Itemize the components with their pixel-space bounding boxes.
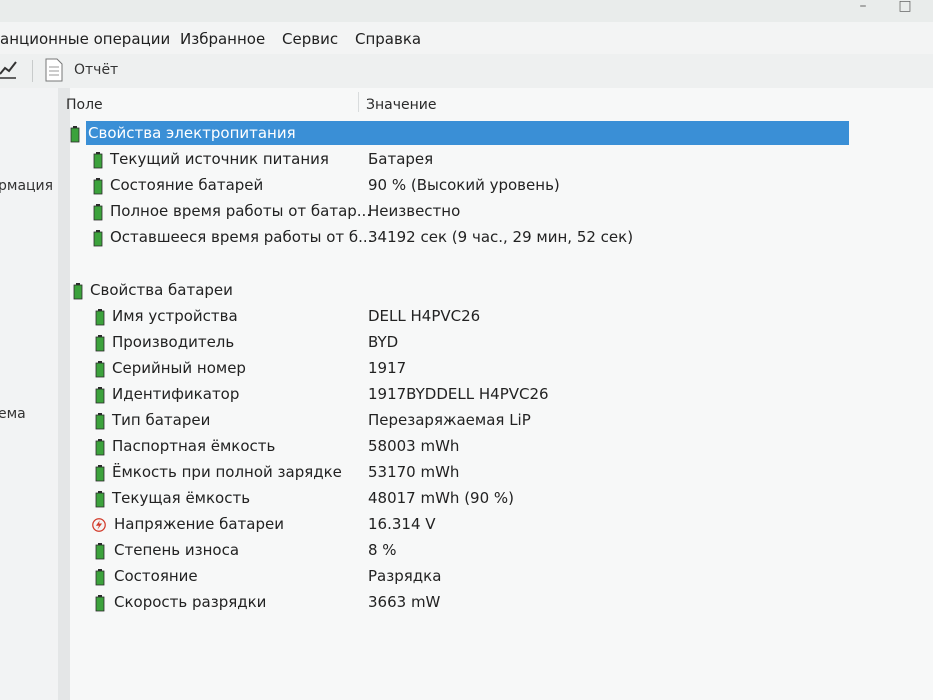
tree-item-system[interactable]: ема [0,406,26,422]
field-value: DELL H4PVC26 [368,307,481,325]
field-value: 34192 сек (9 час., 29 мин, 52 сек) [368,228,634,246]
field-value: BYD [368,333,399,351]
field-label: Производитель [112,333,235,351]
field-value: 1917 [368,359,407,377]
battery-icon [95,387,105,404]
minimize-icon[interactable]: – [853,0,873,14]
tree-item-information[interactable]: рмация [0,178,53,194]
group-row-battery-properties[interactable]: Свойства батареи [70,278,870,302]
field-label: Имя устройства [112,307,238,325]
battery-icon [95,491,105,508]
column-field-header[interactable]: Поле [66,97,103,113]
battery-icon [95,595,105,612]
column-header: Поле Значение [66,88,933,116]
maximize-icon[interactable]: □ [895,0,915,14]
battery-icon [95,361,105,378]
battery-icon [95,309,105,326]
group-title: Свойства электропитания [88,124,296,142]
battery-icon [93,230,103,247]
list-row[interactable]: Серийный номер 1917 [70,356,870,380]
field-value: 8 % [368,541,397,559]
report-button-label[interactable]: Отчёт [74,62,118,78]
field-value: 48017 mWh (90 %) [368,489,515,507]
menu-operations[interactable]: анционные операции [0,30,170,48]
field-label: Серийный номер [112,359,246,377]
battery-icon [95,413,105,430]
field-label: Состояние батарей [110,176,264,194]
menu-service[interactable]: Сервис [282,30,338,48]
list-row[interactable]: Степень износа 8 % [70,538,870,562]
list-row[interactable]: Ёмкость при полной зарядке 53170 mWh [70,460,870,484]
toolbar-separator [32,60,33,82]
voltage-icon [92,518,106,532]
field-value: Батарея [368,150,434,168]
field-value: Неизвестно [368,202,461,220]
group-row-power-properties[interactable]: Свойства электропитания [70,121,870,145]
details-list: Поле Значение Свойства электропитания Те… [66,88,933,700]
list-row[interactable]: Состояние Разрядка [70,564,870,588]
field-value: Разрядка [368,567,442,585]
field-label: Полное время работы от батар... [110,202,372,220]
menubar: анционные операции Избранное Сервис Спра… [0,22,933,54]
battery-icon [95,543,105,560]
chart-icon[interactable] [0,58,18,80]
field-value: 58003 mWh [368,437,460,455]
battery-icon [93,152,103,169]
group-title: Свойства батареи [90,281,233,299]
field-label: Оставшееся время работы от б... [110,228,373,246]
battery-icon [93,204,103,221]
list-row[interactable]: Полное время работы от батар... Неизвест… [70,199,870,223]
list-row[interactable]: Состояние батарей 90 % (Высокий уровень) [70,173,870,197]
menu-favorites[interactable]: Избранное [180,30,265,48]
field-label: Идентификатор [112,385,240,403]
window-controls: – □ [813,0,933,18]
left-tree-pane[interactable]: рмация ема [0,88,59,700]
field-label: Напряжение батареи [114,515,284,533]
list-row[interactable]: Паспортная ёмкость 58003 mWh [70,434,870,458]
field-label: Тип батареи [112,411,211,429]
list-row[interactable]: Напряжение батареи 16.314 V [70,512,870,536]
menu-help[interactable]: Справка [355,30,421,48]
list-row[interactable]: Текущий источник питания Батарея [70,147,870,171]
battery-icon [95,335,105,352]
battery-icon [95,465,105,482]
battery-icon [70,126,80,143]
list-row[interactable]: Производитель BYD [70,330,870,354]
battery-icon [73,283,83,300]
field-value: 3663 mW [368,593,441,611]
field-label: Скорость разрядки [114,593,267,611]
list-row[interactable]: Имя устройства DELL H4PVC26 [70,304,870,328]
field-value: 90 % (Высокий уровень) [368,176,560,194]
battery-icon [93,178,103,195]
toolbar: Отчёт [0,54,933,88]
column-value-header[interactable]: Значение [366,97,436,113]
battery-icon [95,439,105,456]
list-row[interactable]: Идентификатор 1917BYDDELL H4PVC26 [70,382,870,406]
field-label: Паспортная ёмкость [112,437,276,455]
list-row[interactable]: Скорость разрядки 3663 mW [70,590,870,614]
field-label: Степень износа [114,541,240,559]
list-row[interactable]: Тип батареи Перезаряжаемая LiP [70,408,870,432]
report-icon[interactable] [44,58,64,82]
column-divider[interactable] [358,92,359,112]
field-value: 16.314 V [368,515,436,533]
field-label: Состояние [114,567,198,585]
field-label: Текущий источник питания [110,150,329,168]
field-value: 1917BYDDELL H4PVC26 [368,385,549,403]
field-label: Текущая ёмкость [112,489,251,507]
battery-icon [95,569,105,586]
field-value: Перезаряжаемая LiP [368,411,531,429]
list-row[interactable]: Текущая ёмкость 48017 mWh (90 %) [70,486,870,510]
field-value: 53170 mWh [368,463,460,481]
list-row[interactable]: Оставшееся время работы от б... 34192 се… [70,225,870,249]
field-label: Ёмкость при полной зарядке [112,463,342,481]
